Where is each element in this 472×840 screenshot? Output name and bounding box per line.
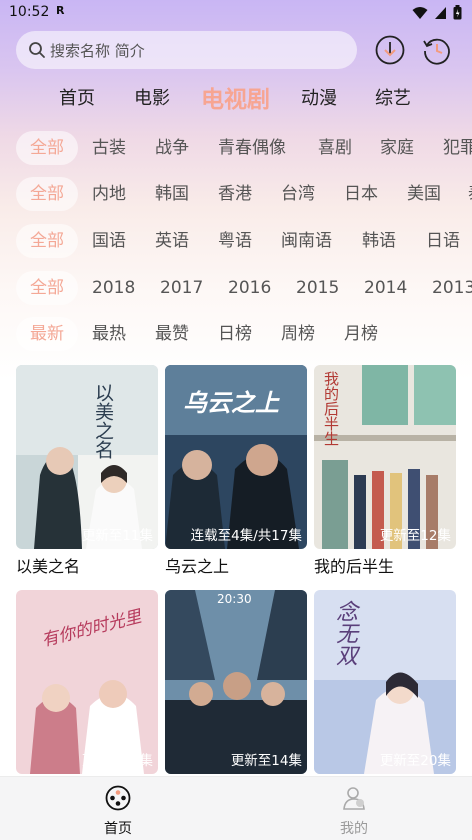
language-filter-row: 全部 国语 英语 粤语 闽南语 韩语 日语: [0, 224, 472, 260]
show-card[interactable]: 有你的时光里 更新至14集: [16, 590, 158, 774]
nav-variety[interactable]: 综艺: [375, 84, 411, 110]
sort-chip[interactable]: 最热: [92, 317, 126, 351]
region-chip[interactable]: 台湾: [281, 177, 315, 211]
show-card[interactable]: 我的后半生 更新至12集: [314, 365, 456, 549]
category-nav: 首页 电影 电视剧 动漫 综艺: [0, 80, 472, 114]
genre-chip[interactable]: 青春偶像: [218, 131, 286, 165]
wifi-icon: [412, 6, 428, 19]
show-title[interactable]: 我的后半生: [314, 553, 394, 577]
region-chip[interactable]: 内地: [92, 177, 126, 211]
search-bar[interactable]: 搜索名称 简介: [16, 31, 357, 69]
poster-text: 我的后半生: [322, 371, 340, 446]
episode-badge: 连载至4集/共17集: [190, 528, 302, 544]
film-reel-icon: [105, 785, 131, 811]
search-placeholder: 搜索名称 简介: [50, 41, 145, 60]
sort-chip[interactable]: 周榜: [281, 317, 315, 351]
nav-movies[interactable]: 电影: [134, 84, 170, 110]
episode-badge: 更新至14集: [230, 753, 302, 769]
tab-home-label: 首页: [104, 821, 132, 837]
language-chip[interactable]: 全部: [16, 224, 78, 258]
nav-home[interactable]: 首页: [59, 84, 95, 110]
region-filter-row: 全部 内地 韩国 香港 台湾 日本 美国 泰国: [0, 177, 472, 213]
language-chip[interactable]: 国语: [92, 224, 126, 258]
region-chip[interactable]: 香港: [218, 177, 252, 211]
show-card[interactable]: 念无双 更新至20集: [314, 590, 456, 774]
history-icon[interactable]: [421, 34, 453, 66]
sort-chip[interactable]: 最赞: [155, 317, 189, 351]
tab-profile-label: 我的: [340, 821, 368, 837]
episode-badge: 更新至20集: [379, 753, 451, 769]
genre-chip[interactable]: 战争: [155, 131, 189, 165]
region-chip[interactable]: 日本: [344, 177, 378, 211]
year-chip[interactable]: 2013: [432, 271, 472, 305]
year-chip[interactable]: 2018: [92, 271, 135, 305]
poster-image: [16, 365, 158, 549]
language-chip[interactable]: 日语: [426, 224, 460, 258]
episode-badge: 更新至12集: [379, 528, 451, 544]
download-icon[interactable]: [374, 34, 406, 66]
genre-chip[interactable]: 家庭: [380, 131, 414, 165]
year-filter-row: 全部 2018 2017 2016 2015 2014 2013: [0, 271, 472, 307]
genre-filter-row: 全部 古装 战争 青春偶像 喜剧 家庭 犯罪: [0, 131, 472, 167]
show-card[interactable]: 乌云之上 连载至4集/共17集: [165, 365, 307, 549]
profile-icon: [343, 787, 365, 810]
region-chip[interactable]: 美国: [407, 177, 441, 211]
sort-filter-row: 最新 最热 最赞 日榜 周榜 月榜: [0, 317, 472, 353]
poster-text: 20:30: [217, 592, 252, 606]
poster-text: 念无双: [332, 600, 357, 666]
nav-tv-series[interactable]: 电视剧: [201, 80, 270, 114]
genre-chip[interactable]: 全部: [16, 131, 78, 165]
year-chip[interactable]: 2015: [296, 271, 339, 305]
sort-chip[interactable]: 最新: [16, 317, 78, 351]
show-title[interactable]: 乌云之上: [165, 553, 229, 577]
tab-profile[interactable]: 我的: [314, 785, 394, 838]
search-icon: [29, 42, 45, 58]
year-chip[interactable]: 2017: [160, 271, 203, 305]
region-chip[interactable]: 泰国: [468, 177, 472, 211]
show-title[interactable]: 以美之名: [16, 553, 80, 577]
tab-home[interactable]: 首页: [78, 785, 158, 838]
region-chip[interactable]: 韩国: [155, 177, 189, 211]
episode-badge: 更新至11集: [81, 528, 153, 544]
cell-signal-icon: [435, 6, 446, 19]
poster-text: 以美之名: [92, 383, 114, 459]
year-chip[interactable]: 全部: [16, 271, 78, 305]
year-chip[interactable]: 2014: [364, 271, 407, 305]
status-bar: 10:52 R: [0, 0, 472, 26]
nav-anime[interactable]: 动漫: [301, 84, 337, 110]
language-chip[interactable]: 韩语: [362, 224, 396, 258]
show-card[interactable]: 以美之名 更新至11集: [16, 365, 158, 549]
sort-chip[interactable]: 月榜: [344, 317, 378, 351]
language-chip[interactable]: 粤语: [218, 224, 252, 258]
poster-image: [165, 590, 307, 774]
year-chip[interactable]: 2016: [228, 271, 271, 305]
genre-chip[interactable]: 喜剧: [318, 131, 352, 165]
sort-chip[interactable]: 日榜: [218, 317, 252, 351]
poster-text: 乌云之上: [183, 389, 279, 417]
notification-icon: R: [56, 4, 65, 17]
language-chip[interactable]: 英语: [155, 224, 189, 258]
genre-chip[interactable]: 犯罪: [443, 131, 472, 165]
status-time: 10:52: [9, 4, 50, 20]
region-chip[interactable]: 全部: [16, 177, 78, 211]
episode-badge: 更新至14集: [81, 753, 153, 769]
genre-chip[interactable]: 古装: [92, 131, 126, 165]
language-chip[interactable]: 闽南语: [281, 224, 332, 258]
bottom-tab-bar: 首页 我的: [0, 776, 472, 840]
battery-icon: [453, 5, 462, 20]
show-card[interactable]: 20:30 更新至14集: [165, 590, 307, 774]
